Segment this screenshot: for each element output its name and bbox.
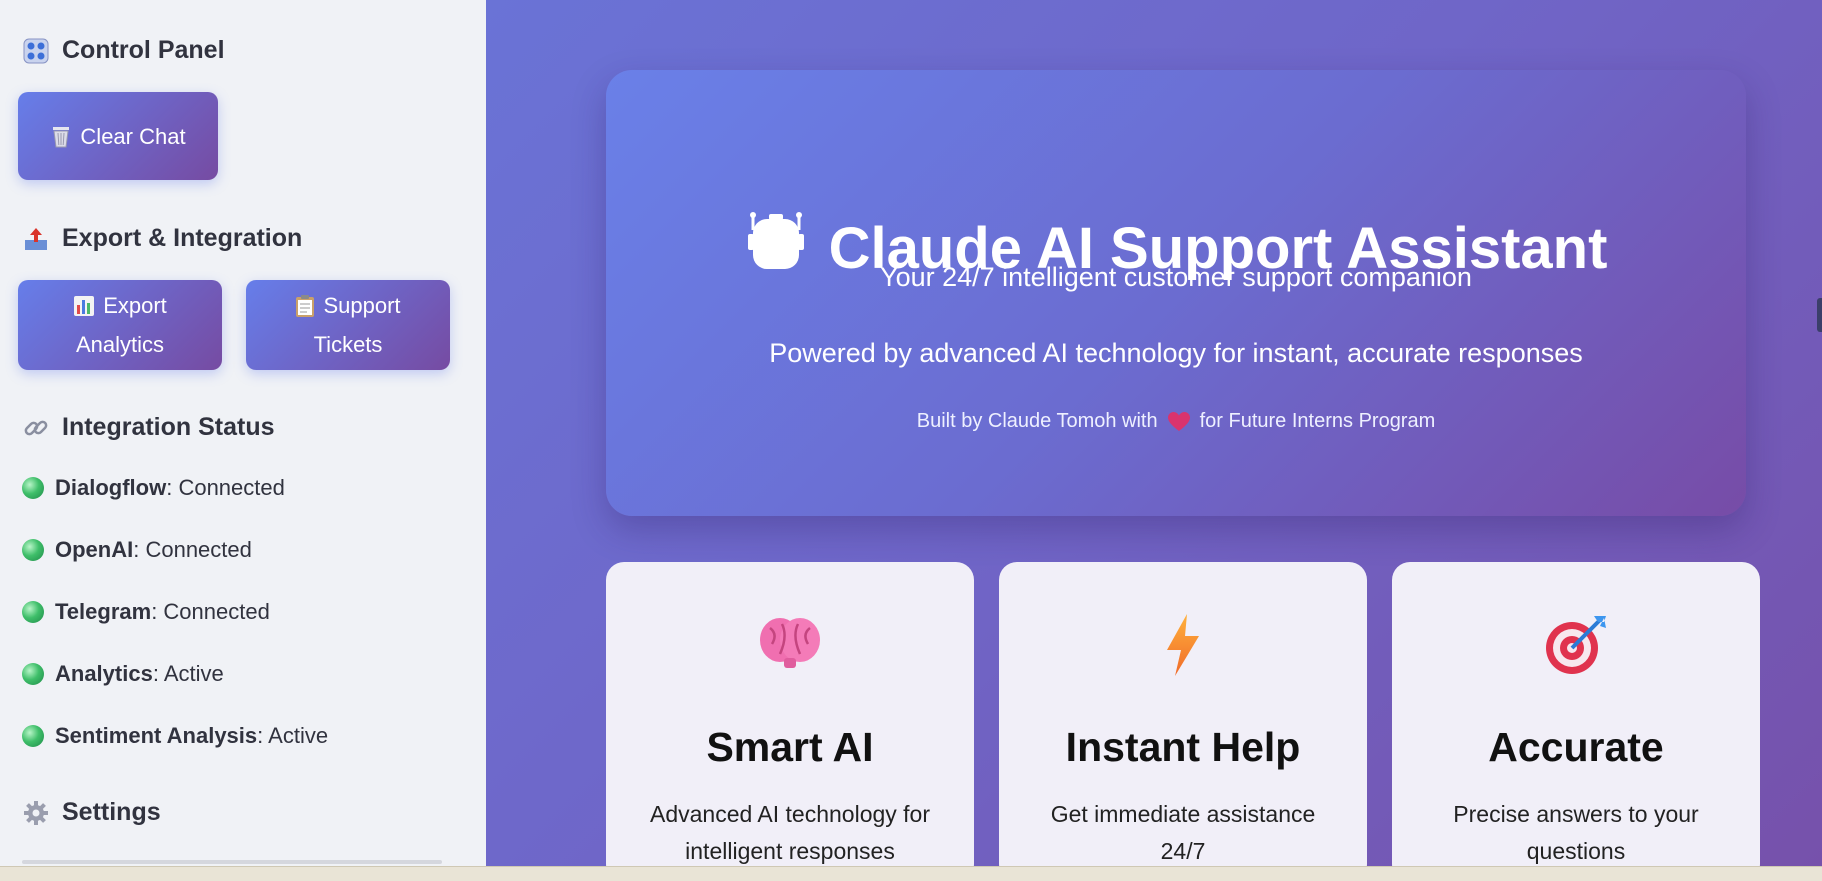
export-analytics-button[interactable]: Export Analytics [18,280,222,370]
bottom-taskbar-strip [0,866,1822,881]
status-value: : Connected [151,599,270,624]
feature-title: Smart AI [706,724,874,770]
status-value: : Connected [133,537,252,562]
feature-title: Instant Help [1065,724,1301,770]
status-name: Dialogflow [55,475,167,500]
main-content: Claude AI Support Assistant Your 24/7 in… [486,0,1822,868]
control-panel-heading: Control Panel [22,36,225,65]
hero-card: Claude AI Support Assistant Your 24/7 in… [606,70,1746,516]
status-name: Telegram [55,599,152,624]
green-circle-icon [22,539,44,561]
brain-icon [606,614,974,684]
status-telegram: Telegram : Connected [22,599,270,625]
clear-chat-button[interactable]: Clear Chat [18,92,218,180]
export-analytics-line1: Export [73,286,167,325]
feature-title: Accurate [1488,724,1664,770]
status-value: : Active [257,723,329,748]
control-knobs-icon [22,37,50,65]
feature-card-accurate: Accurate Precise answers to your questio… [1392,562,1760,868]
scroll-handle[interactable] [1817,298,1822,332]
settings-slider-peek[interactable] [22,860,442,864]
status-sentiment-analysis: Sentiment Analysis : Active [22,723,328,749]
hero-credit: Built by Claude Tomoh with for Future In… [606,410,1746,433]
feature-description: Precise answers to your questions [1422,796,1730,868]
gear-icon [22,799,50,827]
settings-heading: Settings [22,798,161,827]
target-icon [1392,614,1760,684]
heart-icon [1167,411,1190,432]
status-dialogflow: Dialogflow : Connected [22,475,285,501]
credit-text-after: for Future Interns Program [1199,410,1436,432]
export-integration-heading: Export & Integration [22,224,302,253]
bar-chart-icon [73,295,95,317]
credit-text-before: Built by Claude Tomoh with [916,410,1158,432]
support-tickets-line1: Support [295,286,401,325]
clipboard-icon [295,294,315,318]
clear-chat-label: Clear Chat [80,123,186,149]
export-analytics-label-1: Export [103,293,167,318]
link-icon [22,414,50,442]
lightning-icon [999,614,1367,684]
integration-status-label: Integration Status [62,413,275,441]
settings-label: Settings [62,798,161,826]
feature-desc-line: Precise answers to your [1453,801,1699,827]
feature-desc-line: questions [1526,838,1626,864]
green-circle-icon [22,601,44,623]
status-name: OpenAI [55,537,134,562]
feature-card-instant-help: Instant Help Get immediate assistance 24… [999,562,1367,868]
status-name: Analytics [55,661,153,686]
status-analytics: Analytics : Active [22,661,224,687]
hero-tagline: Powered by advanced AI technology for in… [769,338,1583,368]
support-tickets-label-2: Tickets [313,332,383,357]
support-tickets-button[interactable]: Support Tickets [246,280,450,370]
status-openai: OpenAI : Connected [22,537,252,563]
feature-description: Get immediate assistance 24/7 [1029,796,1337,868]
wastebasket-icon [50,124,72,148]
status-value: : Active [152,661,224,686]
feature-card-smart-ai: Smart AI Advanced AI technology for inte… [606,562,974,868]
feature-desc-line: intelligent responses [685,838,895,864]
support-tickets-label-1: Support [323,293,401,318]
export-analytics-label-2: Analytics [75,332,165,357]
hero-subtitle: Your 24/7 intelligent customer support c… [880,262,1472,292]
feature-desc-line: Advanced AI technology for [649,801,931,827]
export-integration-label: Export & Integration [62,224,303,252]
green-circle-icon [22,663,44,685]
feature-desc-line: Get immediate assistance 24/7 [1050,801,1316,864]
feature-description: Advanced AI technology for intelligent r… [636,796,944,868]
control-panel-label: Control Panel [62,36,225,64]
status-value: : Connected [166,475,285,500]
green-circle-icon [22,725,44,747]
outbox-tray-icon [22,225,50,253]
green-circle-icon [22,477,44,499]
integration-status-heading: Integration Status [22,413,275,442]
status-name: Sentiment Analysis [55,723,258,748]
sidebar: Control Panel Clear Chat Export & Integr… [0,0,486,880]
